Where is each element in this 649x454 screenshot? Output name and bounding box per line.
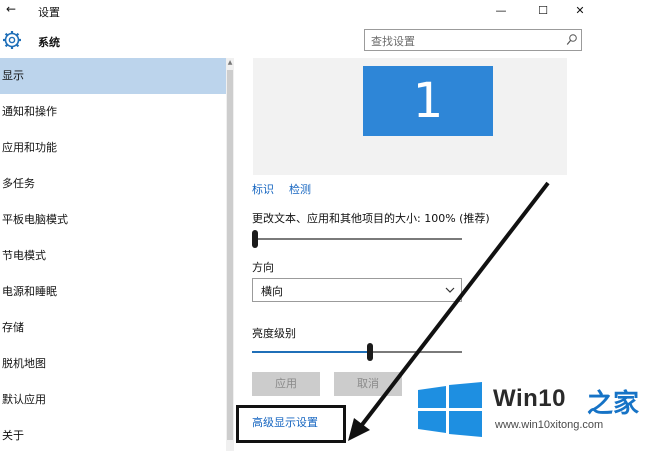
watermark-url: www.win10xitong.com	[495, 419, 604, 431]
orientation-dropdown[interactable]: 横向	[252, 278, 462, 302]
sidebar-item-default-apps[interactable]: 默认应用	[0, 382, 226, 418]
back-arrow-icon[interactable]: ←	[6, 2, 16, 16]
scale-slider-track[interactable]	[252, 238, 462, 240]
sidebar-nav: 显示 通知和操作 应用和功能 多任务 平板电脑模式 节电模式 电源和睡眠 存储 …	[0, 58, 226, 451]
brightness-slider-track[interactable]	[369, 351, 462, 353]
scale-label: 更改文本、应用和其他项目的大小: 100% (推荐)	[252, 212, 490, 225]
title-bar: ← 设置 — ☐ ✕	[0, 0, 585, 22]
sidebar-item-storage[interactable]: 存储	[0, 310, 226, 346]
watermark-brand-zh: 之家	[587, 389, 640, 419]
orientation-label: 方向	[252, 261, 274, 274]
section-title: 系统	[38, 36, 60, 49]
display-preview-area: 1	[253, 58, 567, 175]
close-button[interactable]: ✕	[563, 0, 597, 22]
identify-link[interactable]: 标识	[252, 181, 274, 197]
maximize-button[interactable]: ☐	[526, 0, 560, 22]
search-icon[interactable]	[566, 33, 578, 47]
minimize-button[interactable]: —	[484, 0, 518, 22]
gear-icon	[3, 31, 21, 49]
sidebar-item-apps[interactable]: 应用和功能	[0, 130, 226, 166]
scroll-up-icon[interactable]: ▲	[226, 58, 234, 68]
page-header: 系统	[0, 22, 583, 60]
cancel-button[interactable]: 取消	[334, 372, 402, 396]
watermark-logo: Win10 之家 www.win10xitong.com	[415, 379, 649, 451]
search-input[interactable]	[365, 31, 561, 52]
chevron-down-icon	[445, 287, 455, 293]
sidebar-item-power-sleep[interactable]: 电源和睡眠	[0, 274, 226, 310]
brightness-label: 亮度级别	[252, 327, 296, 340]
orientation-value: 横向	[261, 285, 283, 298]
sidebar-item-display[interactable]: 显示	[0, 58, 226, 94]
windows-logo-icon	[418, 382, 482, 437]
monitor-tile[interactable]: 1	[363, 66, 493, 136]
sidebar-item-tablet-mode[interactable]: 平板电脑模式	[0, 202, 226, 238]
sidebar-item-battery-saver[interactable]: 节电模式	[0, 238, 226, 274]
advanced-display-settings-link[interactable]: 高级显示设置	[252, 414, 318, 430]
brightness-slider-fill[interactable]	[252, 351, 370, 353]
watermark-brand: Win10	[493, 385, 566, 412]
scale-slider-thumb[interactable]	[252, 230, 258, 248]
apply-button[interactable]: 应用	[252, 372, 320, 396]
sidebar-item-about[interactable]: 关于	[0, 418, 226, 454]
sidebar-scrollbar-thumb[interactable]	[227, 70, 233, 440]
sidebar-item-multitasking[interactable]: 多任务	[0, 166, 226, 202]
detect-link[interactable]: 检测	[289, 181, 311, 197]
sidebar-item-offline-maps[interactable]: 脱机地图	[0, 346, 226, 382]
window-title: 设置	[38, 6, 60, 19]
brightness-slider-thumb[interactable]	[366, 343, 373, 361]
sidebar-item-notifications[interactable]: 通知和操作	[0, 94, 226, 130]
search-box[interactable]	[364, 29, 582, 52]
